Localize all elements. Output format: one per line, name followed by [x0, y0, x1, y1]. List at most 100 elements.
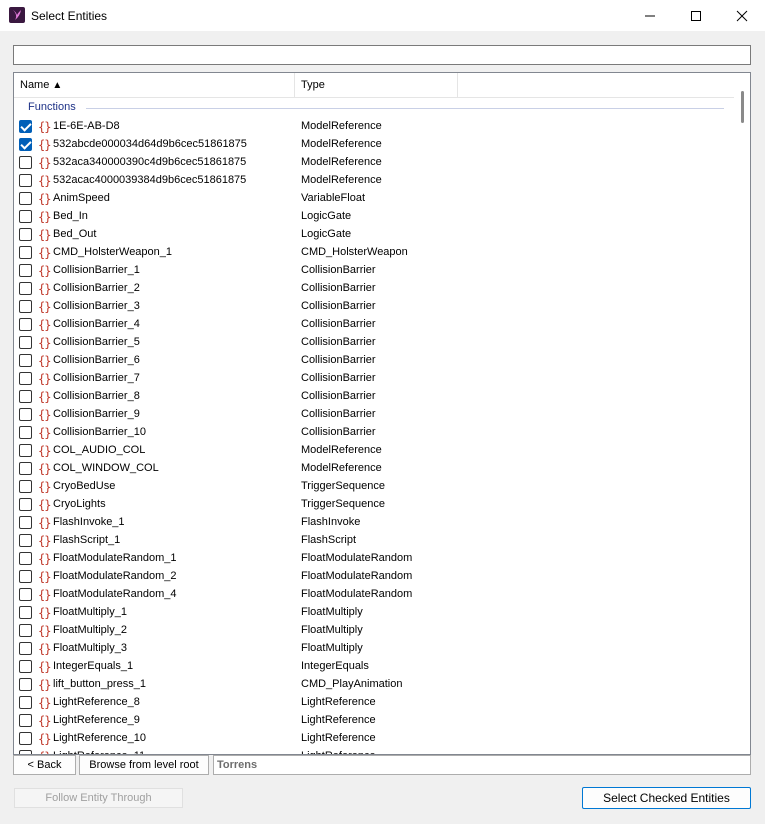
table-row[interactable]: {} CollisionBarrier_6 CollisionBarrier	[14, 352, 734, 370]
row-checkbox[interactable]	[19, 552, 32, 565]
table-row[interactable]: {} CollisionBarrier_9 CollisionBarrier	[14, 406, 734, 424]
row-checkbox[interactable]	[19, 516, 32, 529]
row-checkbox[interactable]	[19, 678, 32, 691]
table-row[interactable]: {} CMD_HolsterWeapon_1 CMD_HolsterWeapon	[14, 244, 734, 262]
table-row[interactable]: {} LightReference_10 LightReference	[14, 730, 734, 748]
table-row[interactable]: {} CollisionBarrier_5 CollisionBarrier	[14, 334, 734, 352]
row-checkbox[interactable]	[19, 426, 32, 439]
row-checkbox[interactable]	[19, 336, 32, 349]
table-row[interactable]: {} lift_button_press_1 CMD_PlayAnimation	[14, 676, 734, 694]
row-checkbox[interactable]	[19, 570, 32, 583]
table-row[interactable]: {} COL_AUDIO_COL ModelReference	[14, 442, 734, 460]
curly-braces-icon: {}	[38, 480, 51, 494]
row-checkbox[interactable]	[19, 138, 32, 151]
close-icon	[736, 10, 748, 21]
table-row[interactable]: {} AnimSpeed VariableFloat	[14, 190, 734, 208]
table-row[interactable]: {} CollisionBarrier_8 CollisionBarrier	[14, 388, 734, 406]
row-checkbox[interactable]	[19, 642, 32, 655]
table-row[interactable]: {} 532abcde000034d64d9b6cec51861875 ModelR…	[14, 136, 734, 154]
curly-braces-icon: {}	[38, 336, 51, 350]
entity-name: FloatMultiply_3	[53, 642, 127, 654]
column-name-label: Name	[20, 79, 50, 91]
table-row[interactable]: {} FloatMultiply_1 FloatMultiply	[14, 604, 734, 622]
entity-name: FlashScript_1	[53, 534, 121, 546]
entity-name: CollisionBarrier_9	[53, 408, 140, 420]
row-checkbox[interactable]	[19, 282, 32, 295]
browse-root-button[interactable]: Browse from level root	[79, 755, 209, 775]
row-checkbox[interactable]	[19, 390, 32, 403]
table-row[interactable]: {} FloatMultiply_2 FloatMultiply	[14, 622, 734, 640]
row-checkbox[interactable]	[19, 480, 32, 493]
row-checkbox[interactable]	[19, 246, 32, 259]
table-row[interactable]: {} FlashScript_1 FlashScript	[14, 532, 734, 550]
row-checkbox[interactable]	[19, 264, 32, 277]
entity-type: LightReference	[301, 732, 376, 744]
row-checkbox[interactable]	[19, 714, 32, 727]
table-row[interactable]: {} LightReference_8 LightReference	[14, 694, 734, 712]
table-row[interactable]: {} Bed_Out LogicGate	[14, 226, 734, 244]
table-row[interactable]: {} CollisionBarrier_4 CollisionBarrier	[14, 316, 734, 334]
row-checkbox[interactable]	[19, 606, 32, 619]
row-checkbox[interactable]	[19, 498, 32, 511]
row-checkbox[interactable]	[19, 408, 32, 421]
entity-type: LightReference	[301, 714, 376, 726]
table-row[interactable]: {} CollisionBarrier_7 CollisionBarrier	[14, 370, 734, 388]
entity-type: CollisionBarrier	[301, 408, 376, 420]
row-checkbox[interactable]	[19, 372, 32, 385]
table-row[interactable]: {} LightReference_9 LightReference	[14, 712, 734, 730]
table-row[interactable]: {} FloatModulateRandom_2 FloatModulateRand…	[14, 568, 734, 586]
row-checkbox[interactable]	[19, 318, 32, 331]
vertical-scrollbar[interactable]	[734, 73, 750, 754]
entity-list[interactable]: Name ▲ Type Functions {} 1E-6E-AB-D8 ModelR…	[13, 72, 751, 755]
entity-name: CollisionBarrier_5	[53, 336, 140, 348]
row-checkbox[interactable]	[19, 660, 32, 673]
row-checkbox[interactable]	[19, 354, 32, 367]
row-checkbox[interactable]	[19, 120, 32, 133]
entity-type: CollisionBarrier	[301, 390, 376, 402]
row-checkbox[interactable]	[19, 156, 32, 169]
column-header-name[interactable]: Name ▲	[14, 73, 295, 98]
row-checkbox[interactable]	[19, 588, 32, 601]
table-row[interactable]: {} FlashInvoke_1 FlashInvoke	[14, 514, 734, 532]
table-row[interactable]: {} Bed_In LogicGate	[14, 208, 734, 226]
group-label: Functions	[28, 101, 80, 113]
minimize-button[interactable]	[627, 0, 673, 31]
table-row[interactable]: {} 532aca340000390c4d9b6cec51861875 ModelR…	[14, 154, 734, 172]
search-input[interactable]	[13, 45, 751, 65]
table-row[interactable]: {} CryoLights TriggerSequence	[14, 496, 734, 514]
close-button[interactable]	[719, 0, 765, 31]
select-checked-button[interactable]: Select Checked Entities	[582, 787, 751, 809]
row-checkbox[interactable]	[19, 696, 32, 709]
row-checkbox[interactable]	[19, 192, 32, 205]
table-row[interactable]: {}LightReference_11LightReference	[14, 748, 734, 754]
curly-braces-icon: {}	[38, 372, 51, 386]
table-row[interactable]: {} CollisionBarrier_10 CollisionBarrier	[14, 424, 734, 442]
row-checkbox[interactable]	[19, 444, 32, 457]
row-checkbox[interactable]	[19, 210, 32, 223]
table-row[interactable]: {} FloatModulateRandom_4 FloatModulateRand…	[14, 586, 734, 604]
table-row[interactable]: {} COL_WINDOW_COL ModelReference	[14, 460, 734, 478]
table-row[interactable]: {} CryoBedUse TriggerSequence	[14, 478, 734, 496]
table-row[interactable]: {} FloatModulateRandom_1 FloatModulateRand…	[14, 550, 734, 568]
row-checkbox[interactable]	[19, 300, 32, 313]
table-row[interactable]: {} CollisionBarrier_1 CollisionBarrier	[14, 262, 734, 280]
table-row[interactable]: {} 532acac4000039384d9b6cec51861875 ModelR…	[14, 172, 734, 190]
entity-name: LightReference_10	[53, 732, 146, 744]
column-header-type[interactable]: Type	[295, 73, 458, 98]
row-checkbox[interactable]	[19, 228, 32, 241]
row-checkbox[interactable]	[19, 174, 32, 187]
row-checkbox[interactable]	[19, 534, 32, 547]
table-row[interactable]: {} CollisionBarrier_3 CollisionBarrier	[14, 298, 734, 316]
table-row[interactable]: {} 1E-6E-AB-D8 ModelReference	[14, 118, 734, 136]
row-checkbox[interactable]	[19, 732, 32, 745]
table-row[interactable]: {} FloatMultiply_3 FloatMultiply	[14, 640, 734, 658]
row-checkbox[interactable]	[19, 624, 32, 637]
curly-braces-icon: {}	[38, 390, 51, 404]
row-checkbox[interactable]	[19, 462, 32, 475]
maximize-button[interactable]	[673, 0, 719, 31]
follow-entity-button[interactable]: Follow Entity Through	[14, 788, 183, 808]
scrollbar-thumb[interactable]	[741, 91, 744, 123]
table-row[interactable]: {} CollisionBarrier_2 CollisionBarrier	[14, 280, 734, 298]
table-row[interactable]: {} IntegerEquals_1 IntegerEquals	[14, 658, 734, 676]
back-button[interactable]: < Back	[13, 755, 76, 775]
